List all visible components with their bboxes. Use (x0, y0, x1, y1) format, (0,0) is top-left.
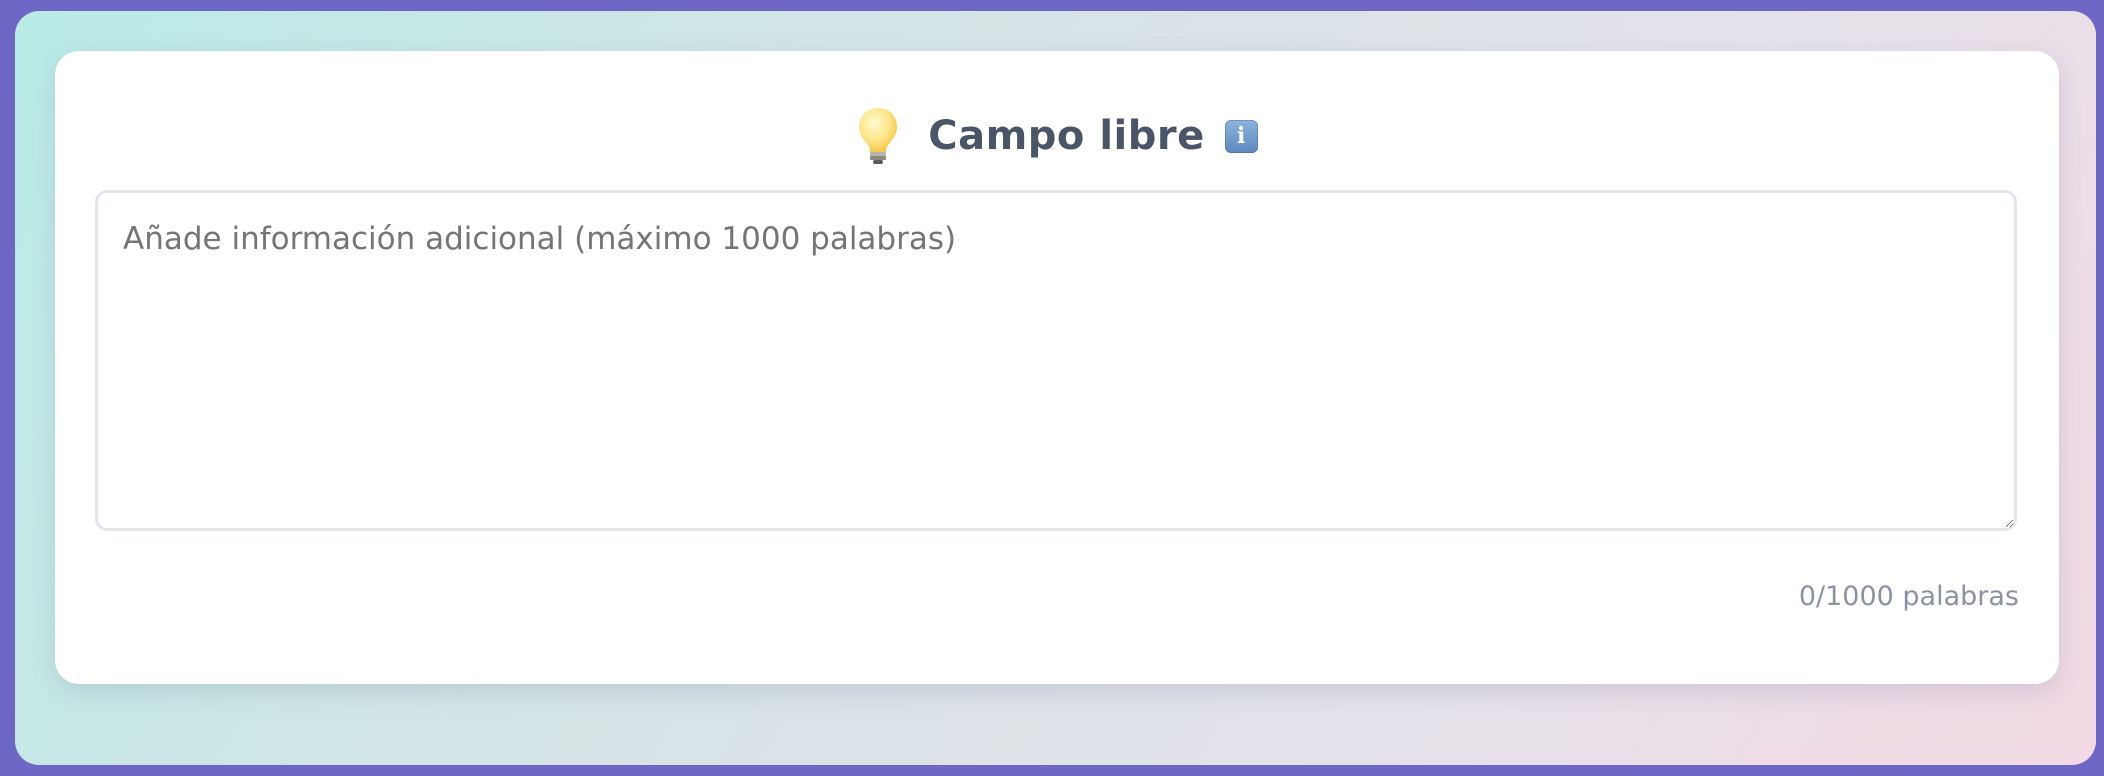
card-header: Campo libre i (55, 101, 2059, 171)
word-counter: 0/1000 palabras (1798, 581, 2019, 612)
page-background: Campo libre i 0/1000 palabras (15, 11, 2096, 765)
additional-info-textarea[interactable] (95, 190, 2017, 531)
textarea-container (95, 190, 2017, 531)
free-field-card: Campo libre i 0/1000 palabras (55, 51, 2059, 684)
info-icon[interactable]: i (1224, 119, 1258, 153)
field-title: Campo libre (928, 113, 1205, 159)
lightbulb-icon (859, 108, 898, 164)
